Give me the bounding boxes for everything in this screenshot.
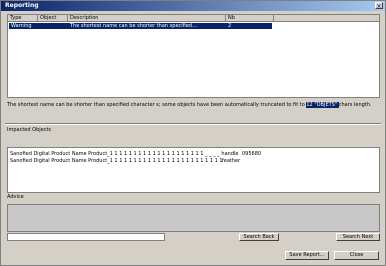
search-input[interactable]	[7, 233, 165, 241]
search-next-button[interactable]: Search Next	[336, 233, 380, 241]
impacted-item-value: 095680	[242, 151, 262, 157]
impacted-item-name: Sanofied Digital Product Name Product_1 …	[10, 151, 239, 157]
row-description: The shortest name can be shorter than sp…	[70, 23, 197, 29]
advice-area	[7, 204, 380, 232]
close-icon[interactable]: ×	[375, 2, 383, 10]
message-highlight: 12 "OBJETS"	[306, 102, 339, 108]
impacted-objects-label: Impacted Objects	[7, 127, 52, 133]
impacted-objects-list: Sanofied Digital Product Name Product_1 …	[7, 147, 380, 193]
window-title: Reporting	[5, 2, 39, 9]
row-type: Warning	[11, 23, 32, 29]
row-nb: 2	[228, 23, 232, 29]
impacted-item-value: feather	[222, 158, 241, 164]
message-text: The shortest name can be shorter than sp…	[7, 101, 379, 109]
column-header-type[interactable]: Type	[8, 15, 38, 22]
list-item[interactable]: Sanofied Digital Product Name Product_1 …	[10, 158, 370, 164]
report-table: Type Object Description Nb Warning The s…	[7, 14, 380, 98]
reporting-window: Reporting × Type Object Description Nb W…	[0, 0, 386, 266]
close-button[interactable]: Close	[334, 251, 379, 260]
column-header-object[interactable]: Object	[38, 15, 68, 22]
impacted-item-name: Sanofied Digital Product Name Product_1 …	[10, 158, 223, 164]
list-item[interactable]: Sanofied Digital Product Name Product_1 …	[10, 151, 370, 157]
message-prefix: The shortest name can be shorter than sp…	[7, 102, 307, 108]
save-report-button[interactable]: Save Report...	[285, 251, 329, 260]
column-header-nb[interactable]: Nb	[226, 15, 274, 22]
advice-label: Advice	[7, 194, 24, 200]
title-bar: Reporting ×	[1, 1, 385, 11]
message-suffix: chars length.	[338, 102, 372, 108]
column-header-filler	[274, 15, 379, 22]
column-header-description[interactable]: Description	[68, 15, 226, 22]
divider	[5, 123, 381, 125]
table-row[interactable]: Warning The shortest name can be shorter…	[9, 23, 272, 29]
search-back-button[interactable]: Search Back	[239, 233, 279, 241]
